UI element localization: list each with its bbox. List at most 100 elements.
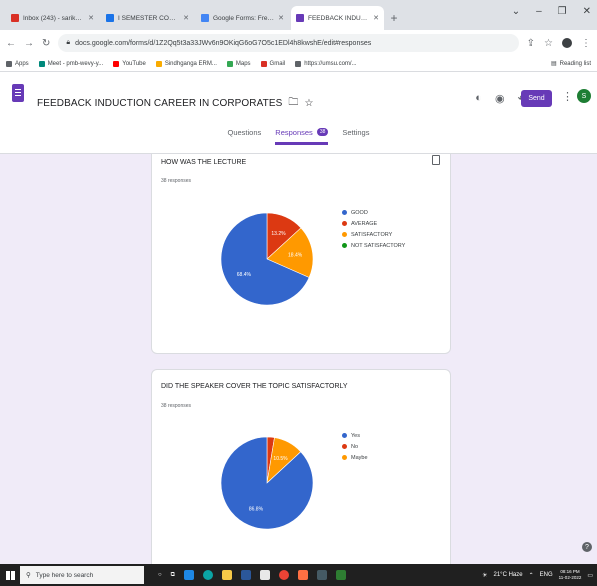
bookmark-star-icon[interactable]: ☆	[544, 38, 553, 49]
form-title[interactable]: FEEDBACK INDUCTION CAREER IN CORPORATES	[37, 98, 282, 109]
bookmark-apps[interactable]: Apps	[6, 60, 29, 67]
tab-title: Inbox (243) - sarikokumar1406@...	[23, 14, 84, 22]
clock[interactable]: 08:16 PM 11-02-2022	[559, 569, 582, 581]
tab-title: Google Forms: Free Online Form...	[213, 14, 274, 22]
question-title: DID THE SPEAKER COVER THE TOPIC SATISFAC…	[161, 383, 348, 390]
legend-swatch-icon	[342, 444, 347, 449]
tab-settings[interactable]: Settings	[342, 128, 369, 145]
forms-favicon-icon	[296, 14, 304, 22]
close-tab-icon[interactable]: ✕	[373, 14, 379, 22]
chrome-menu-icon[interactable]: ⋮	[581, 38, 591, 49]
bookmark-gmail[interactable]: Gmail	[260, 60, 286, 67]
profile-icon[interactable]	[562, 38, 572, 48]
browser-tab-feedback-form[interactable]: FEEDBACK INDUCTION CAREER... ✕	[291, 6, 384, 30]
send-button[interactable]: Send	[521, 90, 552, 107]
restore-button[interactable]: ❐	[558, 6, 567, 17]
close-window-button[interactable]: ✕	[583, 6, 591, 17]
taskbar-search-input[interactable]: ⚲ Type here to search	[20, 566, 144, 584]
legend-swatch-icon	[342, 221, 347, 226]
task-view-icon[interactable]: ⧉	[171, 572, 175, 579]
legend-label: Yes	[351, 432, 360, 439]
edge-icon[interactable]	[202, 570, 213, 580]
tab-responses[interactable]: Responses 38	[275, 128, 329, 145]
pie-data-label: 18.4%	[288, 252, 303, 258]
tray-chevron-icon[interactable]: ⌃	[529, 572, 534, 579]
minimize-button[interactable]: –	[536, 6, 542, 17]
more-options-icon[interactable]: ⋮	[562, 90, 573, 103]
tab-questions[interactable]: Questions	[228, 128, 262, 145]
chart-legend: Yes No Maybe	[342, 430, 368, 463]
store-icon[interactable]	[183, 570, 194, 580]
windows-start-icon[interactable]	[0, 564, 20, 586]
close-tab-icon[interactable]: ✕	[278, 14, 284, 22]
back-arrow-icon[interactable]: ←	[6, 38, 16, 49]
bookmark-youtube[interactable]: YouTube	[113, 60, 146, 67]
help-icon[interactable]: ?	[582, 542, 592, 552]
new-tab-button[interactable]: +	[386, 6, 402, 30]
app-icon[interactable]	[259, 570, 270, 580]
gmail-icon	[260, 60, 267, 67]
close-tab-icon[interactable]: ✕	[88, 14, 94, 22]
legend-item: Yes	[342, 430, 368, 441]
response-count: 38 responses	[161, 403, 192, 409]
notifications-icon[interactable]: ▭	[587, 572, 593, 579]
bookmark-label: Apps	[15, 60, 29, 67]
app-icon[interactable]	[297, 570, 308, 580]
star-icon[interactable]: ☆	[305, 98, 314, 109]
bookmark-umsu[interactable]: https://umsu.com/...	[295, 60, 357, 67]
browser-tab-google-forms[interactable]: Google Forms: Free Online Form... ✕	[196, 6, 289, 30]
tab-responses-label: Responses	[275, 128, 313, 137]
bookmark-label: YouTube	[122, 60, 146, 67]
pie-data-label: 13.2%	[271, 231, 286, 237]
folder-icon[interactable]: 🗀︎	[288, 95, 298, 112]
legend-label: GOOD	[351, 209, 368, 216]
legend-item: No	[342, 441, 368, 452]
forms-header: FEEDBACK INDUCTION CAREER IN CORPORATES …	[0, 72, 597, 154]
bookmark-meet[interactable]: Meet - pmb-wevy-y...	[38, 60, 104, 67]
chart-legend: GOOD AVERAGE SATISFACTORY NOT SATISFACTORY	[342, 207, 405, 251]
reading-list-icon: ▤	[550, 61, 557, 67]
file-explorer-icon[interactable]	[221, 570, 232, 580]
share-icon[interactable]: ⇪	[527, 38, 535, 49]
bookmark-label: Gmail	[269, 60, 286, 67]
cortana-icon[interactable]: ○	[158, 572, 162, 578]
app-icon[interactable]	[316, 570, 327, 580]
tab-search-button[interactable]: ⌄	[512, 6, 520, 17]
close-tab-icon[interactable]: ✕	[183, 14, 189, 22]
legend-swatch-icon	[342, 210, 347, 215]
bookmark-maps[interactable]: Maps	[226, 60, 251, 67]
forward-arrow-icon[interactable]: →	[24, 38, 34, 49]
preview-eye-icon[interactable]: ◉	[495, 92, 505, 105]
pie-chart: 13.2% 18.4% 68.4%	[220, 212, 314, 306]
palette-icon[interactable]: ◐	[475, 92, 482, 105]
browser-tab-gmail[interactable]: Inbox (243) - sarikokumar1406@... ✕	[6, 6, 99, 30]
search-placeholder: Type here to search	[35, 571, 94, 579]
legend-item: SATISFACTORY	[342, 229, 405, 240]
chrome-icon[interactable]	[278, 570, 289, 580]
reading-list-label: Reading list	[559, 60, 591, 67]
apps-grid-icon	[6, 60, 12, 67]
google-forms-logo-icon[interactable]	[12, 84, 24, 102]
reading-list-button[interactable]: ▤ Reading list	[550, 60, 591, 68]
legend-swatch-icon	[342, 433, 347, 438]
copy-chart-icon[interactable]	[432, 155, 440, 165]
app-icon[interactable]	[335, 570, 346, 580]
bookmark-label: Meet - pmb-wevy-y...	[47, 60, 104, 67]
legend-item: NOT SATISFACTORY	[342, 240, 405, 251]
avatar[interactable]: S	[577, 89, 591, 103]
responses-content[interactable]: HOW WAS THE LECTURE 38 responses 13.2% 18…	[0, 154, 597, 564]
pie-data-label: 68.4%	[237, 272, 252, 278]
reload-icon[interactable]: ↻	[42, 38, 50, 49]
question-summary-card: DID THE SPEAKER COVER THE TOPIC SATISFAC…	[151, 369, 451, 564]
pie-chart: 10.5% 86.8%	[220, 436, 314, 530]
gmail-favicon-icon	[11, 14, 19, 22]
language-indicator[interactable]: ENG	[540, 572, 553, 578]
word-icon[interactable]	[240, 570, 251, 580]
maps-icon	[226, 60, 233, 67]
legend-item: AVERAGE	[342, 218, 405, 229]
bookmark-label: https://umsu.com/...	[304, 60, 357, 67]
browser-tab-class[interactable]: I SEMESTER COMMON CLASS 2... ✕	[101, 6, 194, 30]
weather-text[interactable]: 21°C Haze	[494, 572, 523, 578]
url-field[interactable]: 🔒︎ docs.google.com/forms/d/1Z2Qq5t3a33JW…	[58, 34, 519, 52]
bookmark-sindhganga[interactable]: Sindhganga ERM...	[155, 60, 217, 67]
